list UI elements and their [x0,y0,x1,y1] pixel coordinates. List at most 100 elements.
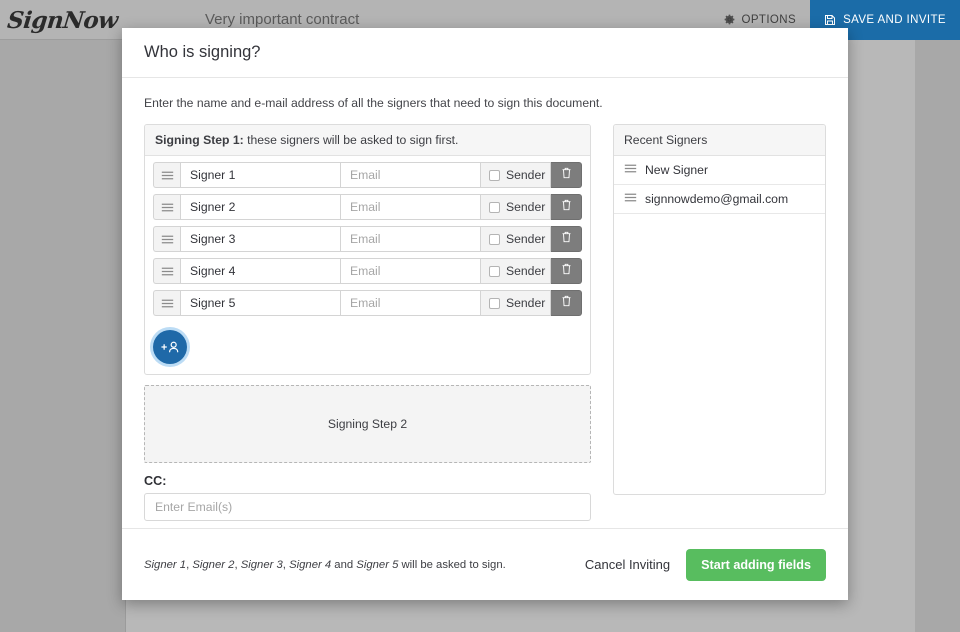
recent-signers-panel: Recent Signers New Signer signnowdemo@gma… [613,124,826,495]
list-handle-icon [624,192,637,206]
modal-header: Who is signing? [122,28,848,78]
signer-email-placeholder: Email [350,200,380,214]
sender-checkbox-cell[interactable]: Sender [481,226,551,252]
drag-handle-icon[interactable] [153,194,180,220]
trash-icon [561,198,572,216]
signer-name-input[interactable]: Signer 2 [180,194,341,220]
signer-name-value: Signer 2 [190,200,235,214]
sender-label: Sender [506,200,545,214]
save-and-invite-label: SAVE AND INVITE [843,14,946,26]
signer-name-mention: Signer 3 [241,559,283,571]
signer-name-value: Signer 1 [190,168,235,182]
signnow-logo[interactable]: SignNow [0,0,127,40]
signer-email-input[interactable]: Email [341,258,481,284]
signer-email-input[interactable]: Email [341,194,481,220]
sender-checkbox[interactable] [489,266,500,277]
cc-input[interactable]: Enter Email(s) [144,493,591,521]
signer-name-input[interactable]: Signer 3 [180,226,341,252]
add-signer-area [145,326,590,374]
sender-checkbox-cell[interactable]: Sender [481,194,551,220]
who-is-signing-modal: Who is signing? Enter the name and e-mai… [122,28,848,600]
signer-email-placeholder: Email [350,168,380,182]
sender-label: Sender [506,168,545,182]
signer-row: Signer 5 Email Sender [153,290,582,316]
signer-email-placeholder: Email [350,232,380,246]
signer-name-input[interactable]: Signer 1 [180,162,341,188]
signer-email-input[interactable]: Email [341,290,481,316]
list-handle-icon [624,163,637,177]
delete-signer-button[interactable] [551,226,582,252]
delete-signer-button[interactable] [551,194,582,220]
signer-name-value: Signer 3 [190,232,235,246]
signing-step-1-header: Signing Step 1: these signers will be as… [145,125,590,156]
signer-email-placeholder: Email [350,264,380,278]
recent-signers-header: Recent Signers [614,125,825,156]
signer-row: Signer 4 Email Sender [153,258,582,284]
signing-step-1-panel: Signing Step 1: these signers will be as… [144,124,591,375]
modal-intro-text: Enter the name and e-mail address of all… [144,96,826,110]
signers-column: Signing Step 1: these signers will be as… [144,124,591,521]
delete-signer-button[interactable] [551,162,582,188]
sender-checkbox[interactable] [489,170,500,181]
floppy-disk-icon [824,14,836,26]
sender-checkbox-cell[interactable]: Sender [481,258,551,284]
recent-signers-column: Recent Signers New Signer signnowdemo@gma… [613,124,826,521]
cancel-inviting-button[interactable]: Cancel Inviting [585,557,670,572]
cc-label: CC: [144,474,591,488]
trash-icon [561,262,572,280]
signer-rows: Signer 1EmailSenderSigner 2EmailSenderSi… [145,156,590,326]
signer-name-input[interactable]: Signer 5 [180,290,341,316]
signer-row: Signer 3 Email Sender [153,226,582,252]
drag-handle-icon[interactable] [153,162,180,188]
start-adding-fields-button[interactable]: Start adding fields [686,549,826,581]
signer-name-value: Signer 4 [190,264,235,278]
sender-label: Sender [506,232,545,246]
sender-checkbox-cell[interactable]: Sender [481,162,551,188]
sender-checkbox[interactable] [489,234,500,245]
recent-signer-label: New Signer [645,163,708,177]
recent-signers-list: New Signer signnowdemo@gmail.com [614,156,825,214]
note-connector: will be asked to sign. [398,559,505,571]
signer-row: Signer 1 Email Sender [153,162,582,188]
signer-email-input[interactable]: Email [341,162,481,188]
modal-body: Enter the name and e-mail address of all… [122,78,848,521]
signer-row: Signer 2 Email Sender [153,194,582,220]
recent-signer-item[interactable]: New Signer [614,156,825,185]
delete-signer-button[interactable] [551,258,582,284]
signing-step-1-label: Signing Step 1: [155,133,244,147]
sender-checkbox[interactable] [489,202,500,213]
cc-placeholder: Enter Email(s) [155,500,232,514]
delete-signer-button[interactable] [551,290,582,316]
sender-checkbox-cell[interactable]: Sender [481,290,551,316]
signer-email-placeholder: Email [350,296,380,310]
signing-step-2-dropzone[interactable]: Signing Step 2 [144,385,591,463]
add-person-icon [159,339,181,355]
footer-actions: Cancel Inviting Start adding fields [585,549,826,581]
trash-icon [561,294,572,312]
signer-name-input[interactable]: Signer 4 [180,258,341,284]
note-connector: and [331,559,356,571]
signer-name-mention: Signer 1 [144,559,186,571]
signing-order-note: Signer 1, Signer 2, Signer 3, Signer 4 a… [144,559,506,571]
signer-name-mention: Signer 2 [192,559,234,571]
gear-icon [723,13,736,26]
sender-label: Sender [506,296,545,310]
drag-handle-icon[interactable] [153,226,180,252]
signing-step-2-label: Signing Step 2 [328,417,407,431]
app-root: SignNow Very important contract OPTIONS [0,0,960,632]
recent-signer-label: signnowdemo@gmail.com [645,192,788,206]
recent-signer-item[interactable]: signnowdemo@gmail.com [614,185,825,214]
signer-name-value: Signer 5 [190,296,235,310]
trash-icon [561,230,572,248]
modal-footer: Signer 1, Signer 2, Signer 3, Signer 4 a… [122,528,848,600]
signer-name-mention: Signer 4 [289,559,331,571]
sender-checkbox[interactable] [489,298,500,309]
sender-label: Sender [506,264,545,278]
signing-step-1-description: these signers will be asked to sign firs… [244,133,459,147]
signer-email-input[interactable]: Email [341,226,481,252]
modal-columns: Signing Step 1: these signers will be as… [144,124,826,521]
add-signer-button[interactable] [153,330,187,364]
drag-handle-icon[interactable] [153,258,180,284]
drag-handle-icon[interactable] [153,290,180,316]
modal-title: Who is signing? [144,43,260,62]
